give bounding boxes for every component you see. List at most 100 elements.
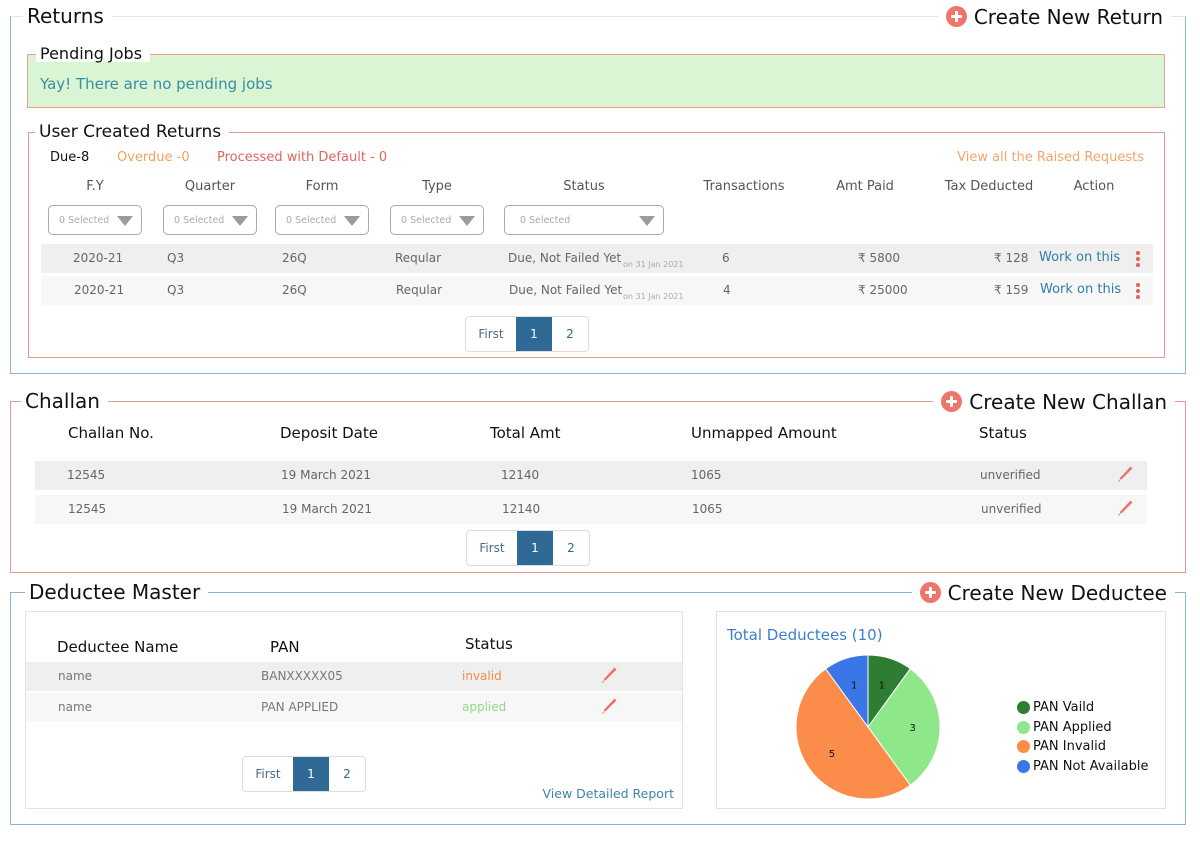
plus-circle-icon [919, 582, 941, 603]
table-row: name PAN APPLIED applied [26, 693, 682, 722]
chart-title: Total Deductees (10) [727, 626, 883, 644]
pie-data-label: 3 [909, 723, 915, 734]
due-count[interactable]: Due-8 [50, 150, 89, 165]
cell-form: 26Q [282, 251, 307, 265]
cell-status-date: on 31 Jan 2021 [623, 260, 684, 269]
table-row: 2020-21 Q3 26Q Reqular Due, Not Failed Y… [41, 276, 1153, 305]
legend-item[interactable]: PAN Not Available [1017, 759, 1149, 774]
cell-status: applied [462, 700, 507, 714]
edit-pencil-icon[interactable] [600, 697, 618, 715]
plus-circle-icon [945, 6, 967, 27]
cell-tax-deducted: ₹ 159 [994, 283, 1029, 297]
cell-pan: BANXXXXX05 [261, 669, 343, 683]
legend-item[interactable]: PAN Invalid [1017, 739, 1106, 754]
col-status: Status [979, 424, 1027, 442]
col-status: Status [563, 179, 605, 194]
pager-page-2[interactable]: 2 [552, 317, 588, 351]
overdue-count[interactable]: Overdue -0 [117, 150, 190, 165]
deductee-master-title: Deductee Master [25, 582, 209, 602]
caret-down-icon [344, 216, 360, 226]
pie-data-label: 1 [879, 681, 885, 692]
cell-unmapped: 1065 [692, 502, 723, 516]
cell-total-amt: 12140 [502, 502, 541, 516]
more-options-icon[interactable] [1136, 251, 1140, 267]
type-filter-dropdown[interactable]: 0 Selected [390, 205, 484, 235]
view-raised-requests-link[interactable]: View all the Raised Requests [957, 150, 1144, 165]
col-action: Action [1073, 179, 1115, 194]
cell-amt-paid: ₹ 25000 [858, 283, 908, 297]
type-filter-value: 0 Selected [401, 214, 452, 226]
pending-jobs-panel: Pending Jobs Yay! There are no pending j… [27, 46, 1165, 108]
legend-label: PAN Invalid [1033, 739, 1106, 754]
legend-item[interactable]: PAN Vaild [1017, 700, 1094, 715]
more-options-icon[interactable] [1136, 283, 1140, 299]
cell-status: invalid [462, 669, 502, 683]
cell-status: Due, Not Failed Yet [509, 283, 623, 297]
legend-color-dot-icon [1017, 759, 1030, 773]
legend-color-dot-icon [1017, 701, 1030, 714]
pending-jobs-title: Pending Jobs [36, 46, 151, 62]
work-on-this-link[interactable]: Work on this [1040, 282, 1121, 297]
caret-down-icon [459, 216, 475, 226]
view-detailed-report-link[interactable]: View Detailed Report [543, 786, 675, 801]
pager-first-button[interactable]: First [466, 317, 516, 351]
col-quarter: Quarter [184, 179, 236, 194]
returns-pagination: First 1 2 [465, 316, 589, 352]
col-form: Form [305, 179, 339, 194]
create-new-return-button[interactable]: Create New Return [937, 6, 1171, 27]
quarter-filter-dropdown[interactable]: 0 Selected [163, 205, 257, 235]
challan-section: Challan Create New Challan Challan No. D… [10, 391, 1186, 573]
create-new-challan-button[interactable]: Create New Challan [933, 391, 1175, 412]
cell-fy: 2020-21 [73, 251, 124, 265]
cell-quarter: Q3 [167, 251, 185, 265]
col-amt-paid: Amt Paid [836, 179, 894, 194]
cell-form: 26Q [282, 283, 307, 297]
col-pan: PAN [270, 638, 300, 656]
cell-deductee-name: name [58, 700, 93, 714]
cell-type: Reqular [396, 283, 443, 297]
col-total-amt: Total Amt [490, 424, 561, 442]
plus-circle-icon [941, 391, 963, 412]
pager-page-2[interactable]: 2 [329, 757, 365, 791]
pager-page-1[interactable]: 1 [517, 531, 553, 565]
fy-filter-dropdown[interactable]: 0 Selected [48, 205, 142, 235]
create-new-deductee-button[interactable]: Create New Deductee [911, 580, 1175, 605]
processed-default-count[interactable]: Processed with Default - 0 [217, 150, 387, 165]
status-filter-value: 0 Selected [520, 214, 571, 226]
edit-pencil-icon[interactable] [600, 666, 618, 684]
table-row: 12545 19 March 2021 12140 1065 unverifie… [35, 461, 1147, 490]
create-new-deductee-label: Create New Deductee [947, 580, 1167, 605]
pager-page-1[interactable]: 1 [293, 757, 329, 791]
pager-first-button[interactable]: First [467, 531, 517, 565]
fy-filter-value: 0 Selected [59, 214, 110, 226]
quarter-filter-value: 0 Selected [174, 214, 225, 226]
work-on-this-link[interactable]: Work on this [1039, 250, 1120, 265]
cell-deposit-date: 19 March 2021 [281, 468, 372, 482]
status-filter-dropdown[interactable]: 0 Selected [504, 205, 664, 235]
cell-status: unverified [981, 502, 1042, 516]
caret-down-icon [639, 216, 655, 226]
pie-data-label: 1 [851, 681, 857, 692]
pager-first-button[interactable]: First [243, 757, 293, 791]
legend-item[interactable]: PAN Applied [1017, 720, 1112, 735]
legend-label: PAN Vaild [1033, 700, 1095, 715]
pie-data-label: 5 [829, 749, 835, 760]
col-deductee-name: Deductee Name [57, 638, 179, 656]
pager-page-1[interactable]: 1 [516, 317, 552, 351]
col-transactions: Transactions [703, 179, 785, 194]
form-filter-dropdown[interactable]: 0 Selected [275, 205, 369, 235]
deductee-master-section: Deductee Master Create New Deductee Dedu… [10, 582, 1186, 825]
returns-title: Returns [23, 6, 112, 26]
legend-label: PAN Applied [1033, 719, 1112, 735]
user-created-returns-title: User Created Returns [35, 124, 230, 141]
edit-pencil-icon[interactable] [1116, 465, 1134, 483]
pager-page-2[interactable]: 2 [553, 531, 589, 565]
cell-status-date: on 31 Jan 2021 [623, 292, 684, 301]
legend-color-dot-icon [1017, 720, 1030, 734]
cell-challan-no: 12545 [68, 502, 107, 516]
legend-color-dot-icon [1017, 740, 1030, 753]
cell-quarter: Q3 [167, 283, 185, 297]
col-challan-no: Challan No. [68, 424, 154, 442]
cell-total-amt: 12140 [501, 468, 540, 482]
edit-pencil-icon[interactable] [1116, 499, 1134, 517]
